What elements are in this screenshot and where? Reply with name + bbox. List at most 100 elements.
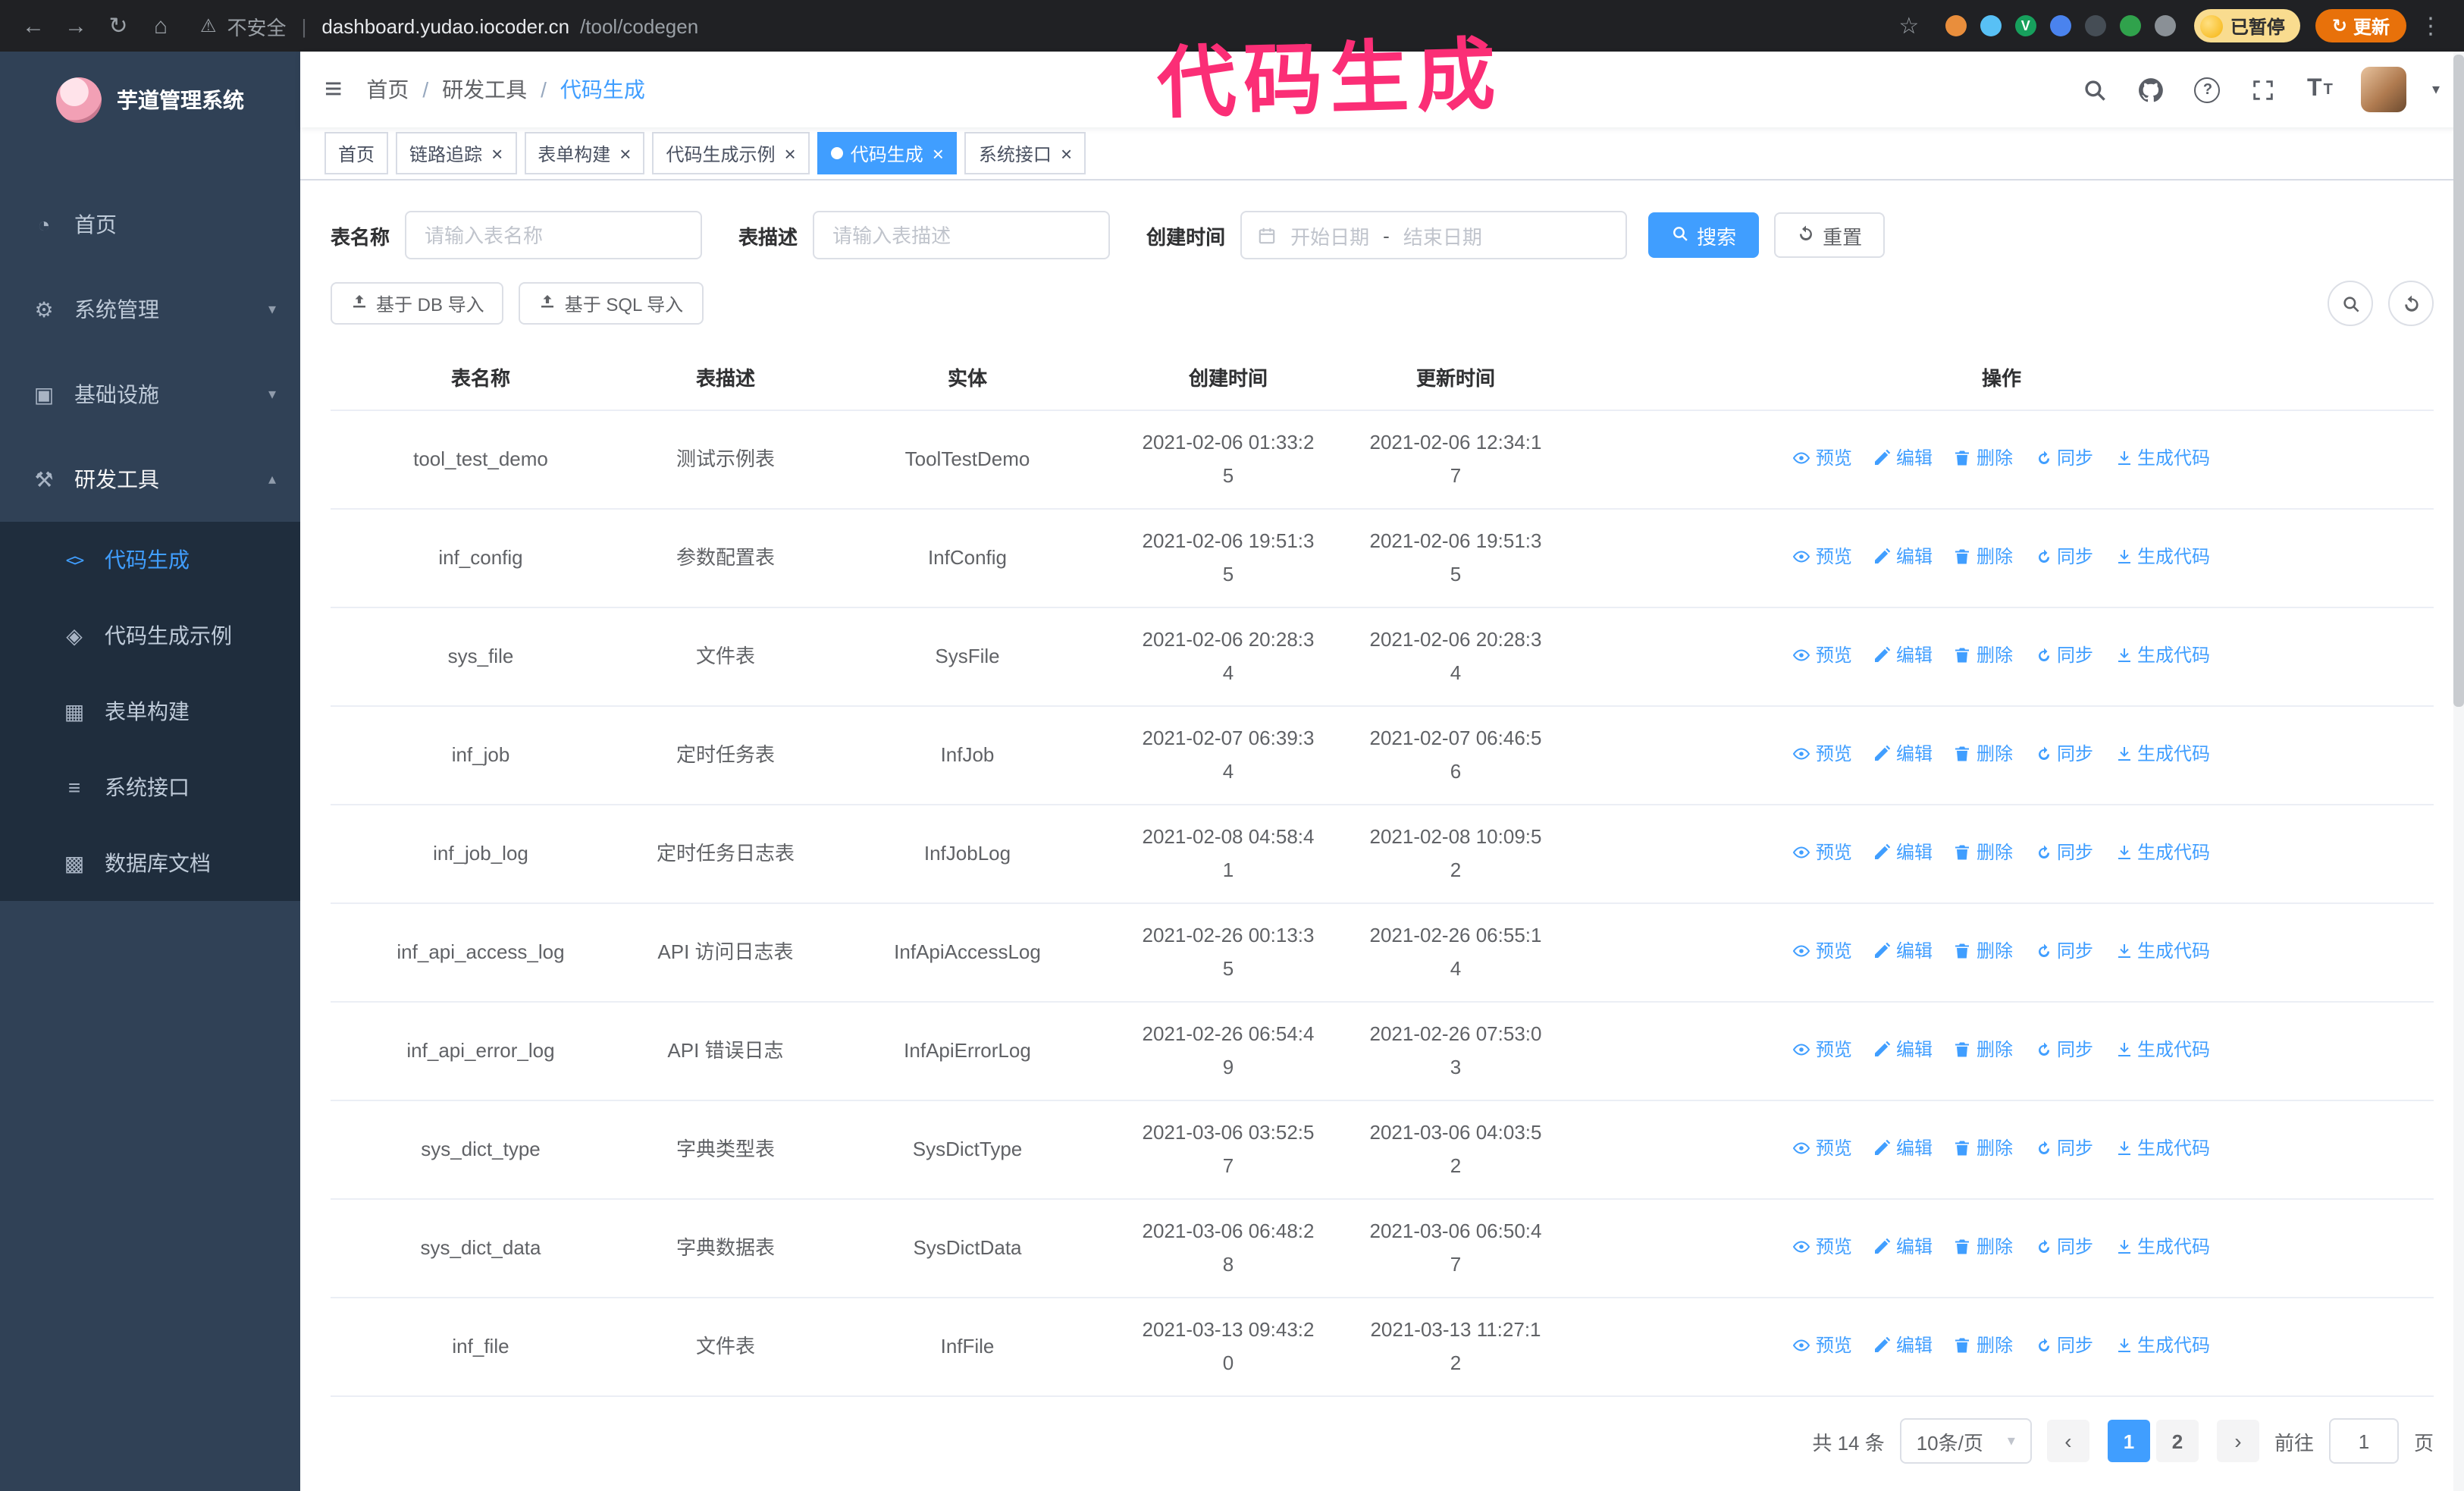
delete-link[interactable]: 删除: [1954, 1033, 2013, 1066]
tab-codegen[interactable]: 代码生成 ×: [817, 132, 958, 174]
edit-link[interactable]: 编辑: [1873, 1329, 1933, 1362]
refresh-table-button[interactable]: [2388, 281, 2434, 326]
generate-code-link[interactable]: 生成代码: [2114, 441, 2210, 475]
tab-tracer[interactable]: 链路追踪 ×: [396, 132, 517, 174]
browser-extension-icon[interactable]: [2049, 15, 2071, 36]
scrollbar[interactable]: [2453, 52, 2464, 1491]
import-sql-button[interactable]: 基于 SQL 导入: [519, 282, 704, 325]
tab-codegen-example[interactable]: 代码生成示例 ×: [652, 132, 810, 174]
back-icon[interactable]: ←: [15, 13, 52, 39]
browser-extension-icon[interactable]: [2119, 15, 2141, 36]
sidebar-item-codegen-example[interactable]: ◈ 代码生成示例: [0, 598, 300, 673]
chevron-down-icon[interactable]: ▾: [2432, 81, 2440, 98]
preview-link[interactable]: 预览: [1793, 737, 1852, 771]
sync-link[interactable]: 同步: [2034, 934, 2093, 968]
sync-link[interactable]: 同步: [2034, 441, 2093, 475]
sync-link[interactable]: 同步: [2034, 1329, 2093, 1362]
delete-link[interactable]: 删除: [1954, 1230, 2013, 1263]
sync-link[interactable]: 同步: [2034, 1230, 2093, 1263]
breadcrumb-item[interactable]: 首页: [366, 74, 409, 105]
edit-link[interactable]: 编辑: [1873, 737, 1933, 771]
address-bar[interactable]: ⚠ 不安全 | dashboard.yudao.iocoder.cn/tool/…: [185, 11, 1885, 40]
preview-link[interactable]: 预览: [1793, 441, 1852, 475]
edit-link[interactable]: 编辑: [1873, 441, 1933, 475]
preview-link[interactable]: 预览: [1793, 836, 1852, 869]
generate-code-link[interactable]: 生成代码: [2114, 1329, 2210, 1362]
sidebar-item-infra[interactable]: ▣ 基础设施 ▾: [0, 352, 300, 437]
scrollbar-thumb[interactable]: [2453, 55, 2464, 707]
hamburger-icon[interactable]: ≡: [324, 72, 342, 107]
preview-link[interactable]: 预览: [1793, 540, 1852, 573]
sync-link[interactable]: 同步: [2034, 836, 2093, 869]
forward-icon[interactable]: →: [58, 13, 94, 39]
home-icon[interactable]: ⌂: [143, 13, 179, 39]
preview-link[interactable]: 预览: [1793, 934, 1852, 968]
help-icon[interactable]: ?: [2193, 74, 2223, 105]
edit-link[interactable]: 编辑: [1873, 1230, 1933, 1263]
reload-icon[interactable]: ↻: [100, 12, 136, 39]
sync-link[interactable]: 同步: [2034, 1132, 2093, 1165]
page-button-2[interactable]: 2: [2155, 1420, 2199, 1462]
preview-link[interactable]: 预览: [1793, 1132, 1852, 1165]
browser-extension-icon[interactable]: [1980, 15, 2002, 36]
generate-code-link[interactable]: 生成代码: [2114, 639, 2210, 672]
tab-home[interactable]: 首页: [324, 132, 389, 174]
sync-link[interactable]: 同步: [2034, 737, 2093, 771]
preview-link[interactable]: 预览: [1793, 1230, 1852, 1263]
font-size-icon[interactable]: TT: [2305, 74, 2335, 105]
import-db-button[interactable]: 基于 DB 导入: [331, 282, 504, 325]
delete-link[interactable]: 删除: [1954, 1132, 2013, 1165]
edit-link[interactable]: 编辑: [1873, 934, 1933, 968]
browser-extension-icon[interactable]: V: [2014, 15, 2036, 36]
generate-code-link[interactable]: 生成代码: [2114, 737, 2210, 771]
goto-page-input[interactable]: [2328, 1418, 2399, 1464]
toggle-search-button[interactable]: [2328, 281, 2373, 326]
browser-menu-icon[interactable]: ⋮: [2412, 12, 2449, 39]
logo[interactable]: 芋道管理系统: [0, 52, 300, 149]
edit-link[interactable]: 编辑: [1873, 1132, 1933, 1165]
update-button[interactable]: ↻ 更新: [2315, 9, 2406, 42]
delete-link[interactable]: 删除: [1954, 540, 2013, 573]
preview-link[interactable]: 预览: [1793, 639, 1852, 672]
search-icon[interactable]: [2080, 74, 2111, 105]
breadcrumb-item[interactable]: 研发工具: [442, 74, 527, 105]
edit-link[interactable]: 编辑: [1873, 836, 1933, 869]
tab-api[interactable]: 系统接口 ×: [964, 132, 1086, 174]
bookmark-star-icon[interactable]: ☆: [1891, 12, 1927, 39]
github-icon[interactable]: [2136, 74, 2167, 105]
sidebar-item-devtools[interactable]: ⚒ 研发工具 ▴: [0, 437, 300, 522]
table-desc-input[interactable]: [813, 211, 1111, 259]
close-tab-icon[interactable]: ×: [1061, 143, 1072, 163]
reset-button[interactable]: 重置: [1774, 212, 1886, 258]
close-tab-icon[interactable]: ×: [619, 143, 631, 163]
tab-form-build[interactable]: 表单构建 ×: [524, 132, 645, 174]
browser-extension-icon[interactable]: [2084, 15, 2106, 36]
next-page-button[interactable]: ›: [2216, 1420, 2259, 1462]
delete-link[interactable]: 删除: [1954, 737, 2013, 771]
page-button-1[interactable]: 1: [2107, 1420, 2150, 1462]
delete-link[interactable]: 删除: [1954, 441, 2013, 475]
sync-link[interactable]: 同步: [2034, 639, 2093, 672]
profile-paused-badge[interactable]: 已暂停: [2193, 9, 2300, 42]
preview-link[interactable]: 预览: [1793, 1329, 1852, 1362]
close-tab-icon[interactable]: ×: [785, 143, 796, 163]
preview-link[interactable]: 预览: [1793, 1033, 1852, 1066]
prev-page-button[interactable]: ‹: [2046, 1420, 2089, 1462]
sidebar-item-api[interactable]: ≡ 系统接口: [0, 749, 300, 825]
close-tab-icon[interactable]: ×: [491, 143, 503, 163]
sync-link[interactable]: 同步: [2034, 540, 2093, 573]
generate-code-link[interactable]: 生成代码: [2114, 836, 2210, 869]
page-size-select[interactable]: 10条/页 ▾: [1899, 1418, 2032, 1464]
generate-code-link[interactable]: 生成代码: [2114, 1033, 2210, 1066]
date-range-picker[interactable]: 开始日期 - 结束日期: [1240, 211, 1628, 259]
delete-link[interactable]: 删除: [1954, 836, 2013, 869]
generate-code-link[interactable]: 生成代码: [2114, 1132, 2210, 1165]
sidebar-item-codegen[interactable]: <> 代码生成: [0, 522, 300, 598]
delete-link[interactable]: 删除: [1954, 934, 2013, 968]
generate-code-link[interactable]: 生成代码: [2114, 934, 2210, 968]
edit-link[interactable]: 编辑: [1873, 540, 1933, 573]
avatar[interactable]: [2360, 67, 2406, 112]
edit-link[interactable]: 编辑: [1873, 1033, 1933, 1066]
generate-code-link[interactable]: 生成代码: [2114, 540, 2210, 573]
sidebar-item-form-build[interactable]: ▦ 表单构建: [0, 673, 300, 749]
